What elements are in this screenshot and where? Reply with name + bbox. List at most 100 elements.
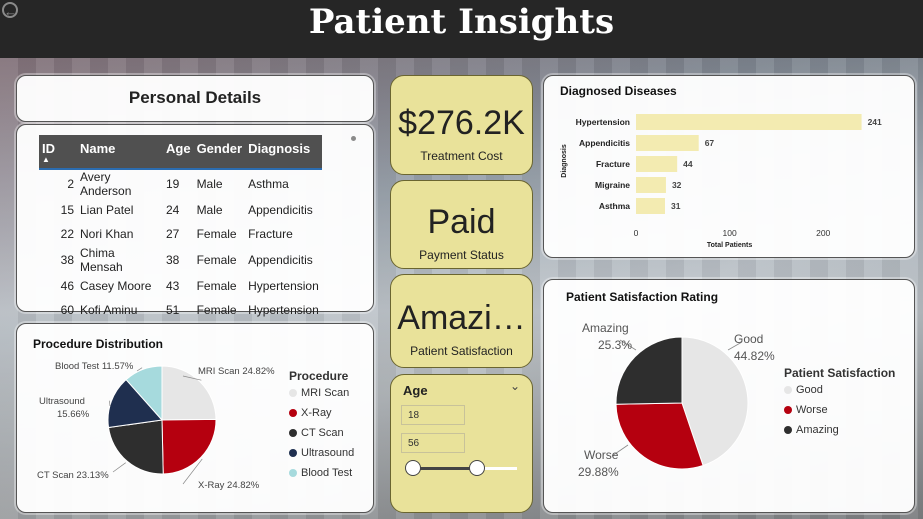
cell-name: Kofi Aminu — [80, 303, 138, 317]
y-axis-label: Diagnosis — [561, 144, 568, 178]
personal-details-table: ID ▲ Name Age Gender Diagnosis 2 Avery An… — [39, 135, 322, 322]
cell-name: Avery Anderson — [80, 170, 132, 198]
personal-details-table-card: ID ▲ Name Age Gender Diagnosis 2 Avery An… — [16, 124, 374, 317]
cell-id: 46 — [60, 279, 74, 293]
cell-diagnosis: Appendicitis — [248, 203, 313, 217]
procedure-legend: Procedure MRI Scan X-Ray CT Scan Ultrasound… — [289, 369, 354, 483]
bar-category-label: Fracture — [596, 159, 630, 169]
bar-category-label: Hypertension — [576, 117, 630, 127]
legend-label: CT Scan — [301, 427, 344, 439]
age-slicer: Age ⌄ 18 56 — [390, 374, 533, 513]
cell-age: 43 — [166, 279, 180, 293]
pie-data-label: X-Ray 24.82% — [198, 480, 260, 491]
legend-label: Worse — [796, 404, 828, 416]
cell-id: 60 — [60, 303, 74, 317]
legend-item[interactable]: Worse — [784, 400, 895, 420]
legend-item[interactable]: Amazing — [784, 420, 895, 440]
bar[interactable] — [636, 135, 699, 151]
treatment-cost-value: $276.2K — [398, 104, 525, 142]
pie-slice-ct-scan[interactable] — [107, 419, 164, 475]
bar-category-label: Asthma — [599, 201, 630, 211]
bar-data-label: 67 — [705, 138, 715, 148]
legend-item[interactable]: Good — [784, 380, 895, 400]
personal-details-title: Personal Details — [128, 88, 262, 107]
table-row[interactable]: 60 Kofi Aminu 51 Female Hypertension — [39, 298, 322, 322]
page-title: Patient Insights — [308, 2, 615, 42]
satisfaction-legend-title: Patient Satisfaction — [784, 366, 896, 380]
scroll-indicator[interactable] — [351, 136, 356, 141]
bar[interactable] — [636, 114, 862, 130]
cell-diagnosis: Appendicitis — [248, 253, 313, 267]
bar[interactable] — [636, 156, 678, 172]
cell-gender: Male — [196, 203, 223, 217]
column-header-gender[interactable]: Gender — [193, 135, 246, 170]
back-arrow-icon[interactable]: ← — [2, 2, 18, 19]
patient-satisfaction-value: Amazi… — [397, 299, 526, 337]
legend-swatch — [289, 409, 297, 418]
legend-item[interactable]: Blood Test — [289, 463, 354, 483]
bar-data-label: 32 — [672, 180, 682, 190]
legend-swatch — [289, 469, 297, 478]
cell-gender: Female — [196, 253, 237, 267]
treatment-cost-label: Treatment Cost — [420, 149, 503, 163]
procedure-legend-title: Procedure — [289, 369, 349, 383]
cell-name: Casey Moore — [80, 279, 152, 293]
table-row[interactable]: 38 Chima Mensah 38 Female Appendicitis — [39, 246, 322, 274]
pie-data-label: Blood Test 11.57% — [55, 361, 134, 372]
procedure-distribution-card: Procedure Distribution MRI Scan 24.82% X-… — [16, 323, 374, 513]
cell-age: 19 — [166, 177, 180, 191]
bar[interactable] — [636, 198, 666, 214]
age-min-input[interactable]: 18 — [401, 405, 465, 425]
chevron-down-icon[interactable]: ⌄ — [510, 379, 520, 393]
payment-status-label: Payment Status — [419, 248, 504, 262]
age-slider-min-handle[interactable] — [405, 460, 421, 476]
legend-item[interactable]: X-Ray — [289, 403, 354, 423]
cell-diagnosis: Hypertension — [248, 303, 319, 317]
column-header-id[interactable]: ID ▲ — [39, 135, 77, 170]
table-row[interactable]: 2 Avery Anderson 19 Male Asthma — [39, 169, 322, 198]
pie-data-label: Good — [734, 332, 763, 346]
bar[interactable] — [636, 177, 666, 193]
column-header-name[interactable]: Name — [77, 135, 163, 170]
column-header-diagnosis[interactable]: Diagnosis — [245, 135, 322, 170]
payment-status-card[interactable]: Paid Payment Status — [390, 180, 533, 269]
table-row[interactable]: 22 Nori Khan 27 Female Fracture — [39, 222, 322, 246]
cell-gender: Female — [196, 303, 237, 317]
cell-id: 15 — [60, 203, 74, 217]
pie-data-label: 25.3% — [598, 338, 632, 352]
cell-diagnosis: Hypertension — [248, 279, 319, 293]
treatment-cost-card[interactable]: $276.2K Treatment Cost — [390, 75, 533, 175]
satisfaction-legend: Patient Satisfaction Good Worse Amazing — [784, 366, 895, 440]
cell-name: Lian Patel — [80, 203, 134, 217]
pie-slice-x-ray[interactable] — [161, 418, 217, 475]
header-bar: ← Patient Insights — [0, 0, 923, 58]
cell-age: 38 — [166, 253, 180, 267]
pie-data-label: 29.88% — [578, 465, 619, 479]
legend-item[interactable]: Ultrasound — [289, 443, 354, 463]
cell-id: 22 — [60, 227, 74, 241]
legend-item[interactable]: MRI Scan — [289, 383, 354, 403]
satisfaction-rating-card: Patient Satisfaction Rating Good 44.82% Wo… — [543, 279, 915, 513]
x-tick-label: 0 — [634, 228, 639, 238]
age-max-input[interactable]: 56 — [401, 433, 465, 453]
legend-swatch — [784, 406, 792, 415]
pie-data-label: MRI Scan 24.82% — [198, 366, 275, 377]
column-header-age[interactable]: Age — [163, 135, 194, 170]
table-row[interactable]: 15 Lian Patel 24 Male Appendicitis — [39, 198, 322, 222]
age-slider-max-handle[interactable] — [469, 460, 485, 476]
pie-leader-line — [109, 400, 111, 407]
cell-age: 27 — [166, 227, 180, 241]
patient-satisfaction-label: Patient Satisfaction — [410, 344, 513, 358]
table-row[interactable]: 46 Casey Moore 43 Female Hypertension — [39, 274, 322, 298]
legend-item[interactable]: CT Scan — [289, 423, 354, 443]
cell-name: Chima Mensah — [80, 246, 123, 274]
age-slider-track[interactable] — [413, 467, 517, 470]
pie-data-label: 15.66% — [57, 409, 90, 420]
x-axis-label: Total Patients — [707, 242, 752, 249]
legend-swatch — [289, 389, 297, 398]
cell-diagnosis: Asthma — [248, 177, 289, 191]
legend-label: Amazing — [796, 424, 839, 436]
bar-data-label: 44 — [683, 159, 693, 169]
sort-ascending-icon: ▲ — [42, 155, 50, 164]
patient-satisfaction-card[interactable]: Amazi… Patient Satisfaction — [390, 274, 533, 368]
